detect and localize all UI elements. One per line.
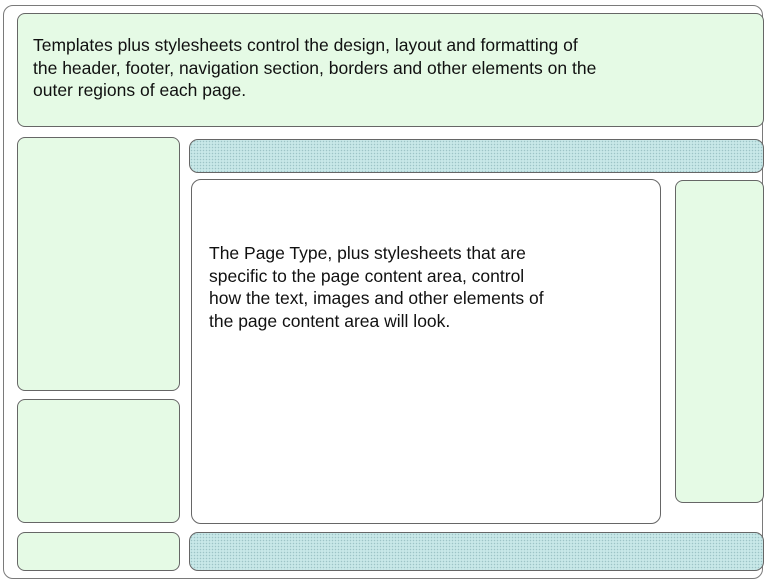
top-navigation-bar xyxy=(189,139,764,173)
left-lower-region xyxy=(17,399,180,523)
left-navigation-region xyxy=(17,137,180,391)
header-region: Templates plus stylesheets control the d… xyxy=(17,13,764,127)
right-sidebar-region xyxy=(675,180,764,503)
content-description: The Page Type, plus stylesheets that are… xyxy=(209,243,544,331)
page-content-region: The Page Type, plus stylesheets that are… xyxy=(191,179,661,524)
header-description: Templates plus stylesheets control the d… xyxy=(33,35,597,100)
footer-bar xyxy=(189,532,764,571)
footer-left-region xyxy=(17,532,180,571)
